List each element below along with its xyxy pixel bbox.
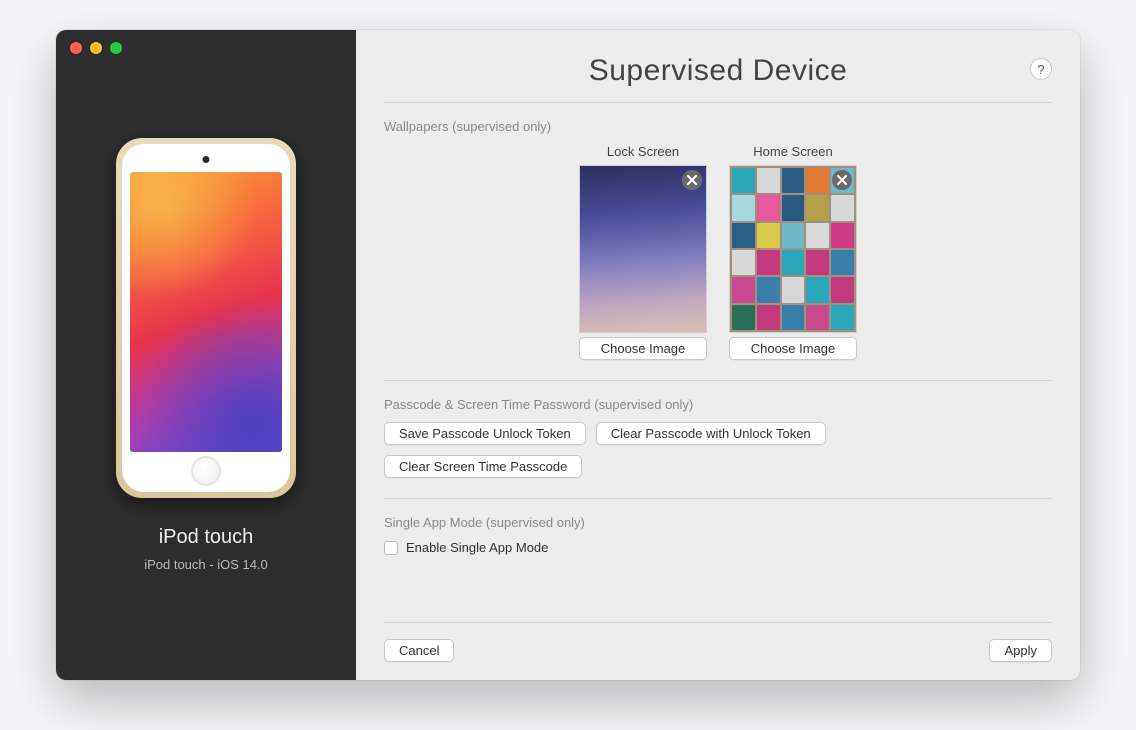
passcode-section-label: Passcode & Screen Time Password (supervi… (384, 397, 1052, 412)
help-icon: ? (1037, 62, 1044, 77)
home-screen-wallpaper-preview[interactable] (729, 165, 857, 333)
close-window-button[interactable] (70, 42, 82, 54)
device-subtitle-label: iPod touch - iOS 14.0 (144, 557, 268, 572)
zoom-window-button[interactable] (110, 42, 122, 54)
device-name-label: iPod touch (159, 526, 254, 549)
app-window: iPod touch iPod touch - iOS 14.0 Supervi… (56, 30, 1080, 680)
page-title: Supervised Device (589, 54, 848, 88)
lock-screen-column: Lock Screen Choose Image (579, 144, 707, 360)
device-camera-icon (203, 156, 210, 163)
clear-lock-wallpaper-button[interactable] (682, 170, 702, 190)
home-wallpaper-tiles (730, 166, 856, 332)
passcode-section: Passcode & Screen Time Password (supervi… (384, 381, 1052, 499)
lock-screen-wallpaper-preview[interactable] (579, 165, 707, 333)
enable-single-app-mode-label: Enable Single App Mode (406, 540, 548, 555)
clear-home-wallpaper-button[interactable] (832, 170, 852, 190)
cancel-button[interactable]: Cancel (384, 639, 454, 662)
device-sidebar: iPod touch iPod touch - iOS 14.0 (56, 30, 356, 680)
footer-bar: Cancel Apply (384, 622, 1052, 662)
enable-single-app-mode-row[interactable]: Enable Single App Mode (384, 540, 1052, 555)
help-button[interactable]: ? (1030, 58, 1052, 80)
choose-home-image-button[interactable]: Choose Image (729, 337, 857, 360)
clear-passcode-token-button[interactable]: Clear Passcode with Unlock Token (596, 422, 826, 445)
device-screen-preview (130, 172, 282, 452)
minimize-window-button[interactable] (90, 42, 102, 54)
single-app-mode-section: Single App Mode (supervised only) Enable… (384, 499, 1052, 555)
enable-single-app-mode-checkbox[interactable] (384, 541, 398, 555)
close-icon (687, 175, 697, 185)
choose-lock-image-button[interactable]: Choose Image (579, 337, 707, 360)
title-bar: Supervised Device ? (384, 54, 1052, 103)
lock-screen-title: Lock Screen (607, 144, 679, 159)
wallpapers-section-label: Wallpapers (supervised only) (384, 119, 1052, 134)
device-preview (116, 138, 296, 498)
home-screen-title: Home Screen (753, 144, 832, 159)
save-passcode-token-button[interactable]: Save Passcode Unlock Token (384, 422, 586, 445)
device-home-button-icon (191, 456, 221, 486)
close-icon (837, 175, 847, 185)
home-screen-column: Home Screen Choose Image (729, 144, 857, 360)
main-pane: Supervised Device ? Wallpapers (supervis… (356, 30, 1080, 680)
clear-screentime-passcode-button[interactable]: Clear Screen Time Passcode (384, 455, 582, 478)
wallpapers-section: Wallpapers (supervised only) Lock Screen… (384, 103, 1052, 381)
window-controls (70, 42, 122, 54)
single-app-section-label: Single App Mode (supervised only) (384, 515, 1052, 530)
apply-button[interactable]: Apply (989, 639, 1052, 662)
